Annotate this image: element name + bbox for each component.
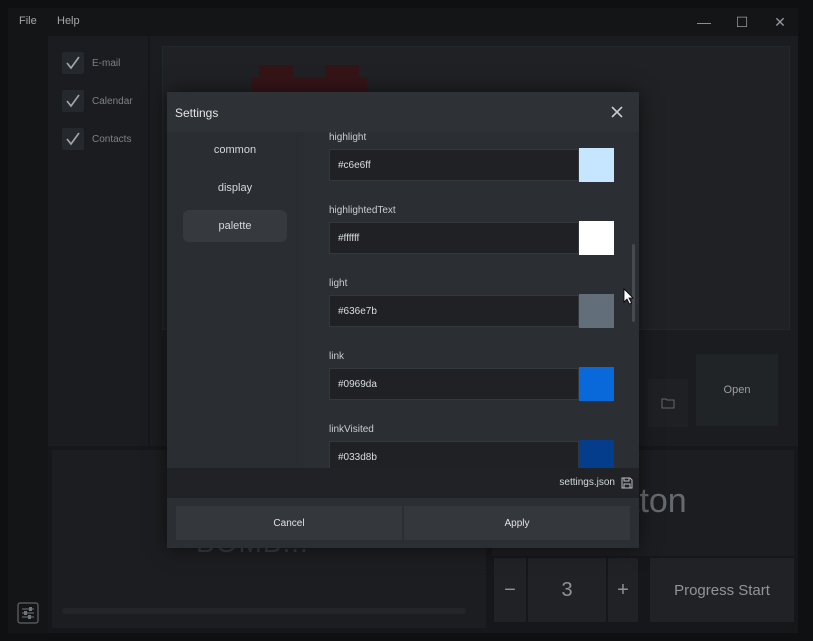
color-label: light — [329, 278, 348, 289]
save-icon[interactable] — [621, 476, 633, 489]
color-input-light[interactable]: #636e7b — [329, 295, 579, 327]
color-input-highlight[interactable]: #c6e6ff — [329, 149, 579, 181]
sidebar-item-display[interactable]: display — [183, 172, 287, 204]
dialog-close-button[interactable] — [605, 100, 629, 124]
settings-dialog: Settings common display palette highligh… — [167, 92, 639, 548]
dialog-title-bar: Settings — [167, 92, 639, 132]
close-icon — [611, 106, 623, 118]
sidebar-item-palette[interactable]: palette — [183, 210, 287, 242]
settings-file-name: settings.json — [559, 477, 615, 488]
color-swatch[interactable] — [579, 440, 614, 468]
mouse-cursor-icon — [623, 288, 634, 305]
dialog-footer: Cancel Apply — [167, 498, 639, 548]
color-input-linkVisited[interactable]: #033d8b — [329, 441, 579, 468]
vertical-scrollbar[interactable] — [632, 244, 635, 322]
dialog-title: Settings — [175, 106, 219, 120]
color-input-highlightedText[interactable]: #ffffff — [329, 222, 579, 254]
color-label: highlightedText — [329, 205, 396, 216]
color-swatch[interactable] — [579, 367, 614, 401]
dialog-status-bar: settings.json — [167, 468, 639, 498]
cancel-button[interactable]: Cancel — [176, 506, 402, 540]
color-label: highlight — [329, 132, 367, 143]
color-swatch[interactable] — [579, 148, 614, 182]
color-swatch[interactable] — [579, 294, 614, 328]
color-label: link — [329, 351, 345, 362]
color-label: linkVisited — [329, 424, 374, 435]
palette-editor: highlight #c6e6ff highlightedText #fffff… — [303, 132, 639, 468]
apply-button[interactable]: Apply — [404, 506, 630, 540]
settings-sidebar: common display palette — [167, 132, 303, 468]
color-input-link[interactable]: #0969da — [329, 368, 579, 400]
color-swatch[interactable] — [579, 221, 614, 255]
sidebar-item-common[interactable]: common — [183, 134, 287, 166]
